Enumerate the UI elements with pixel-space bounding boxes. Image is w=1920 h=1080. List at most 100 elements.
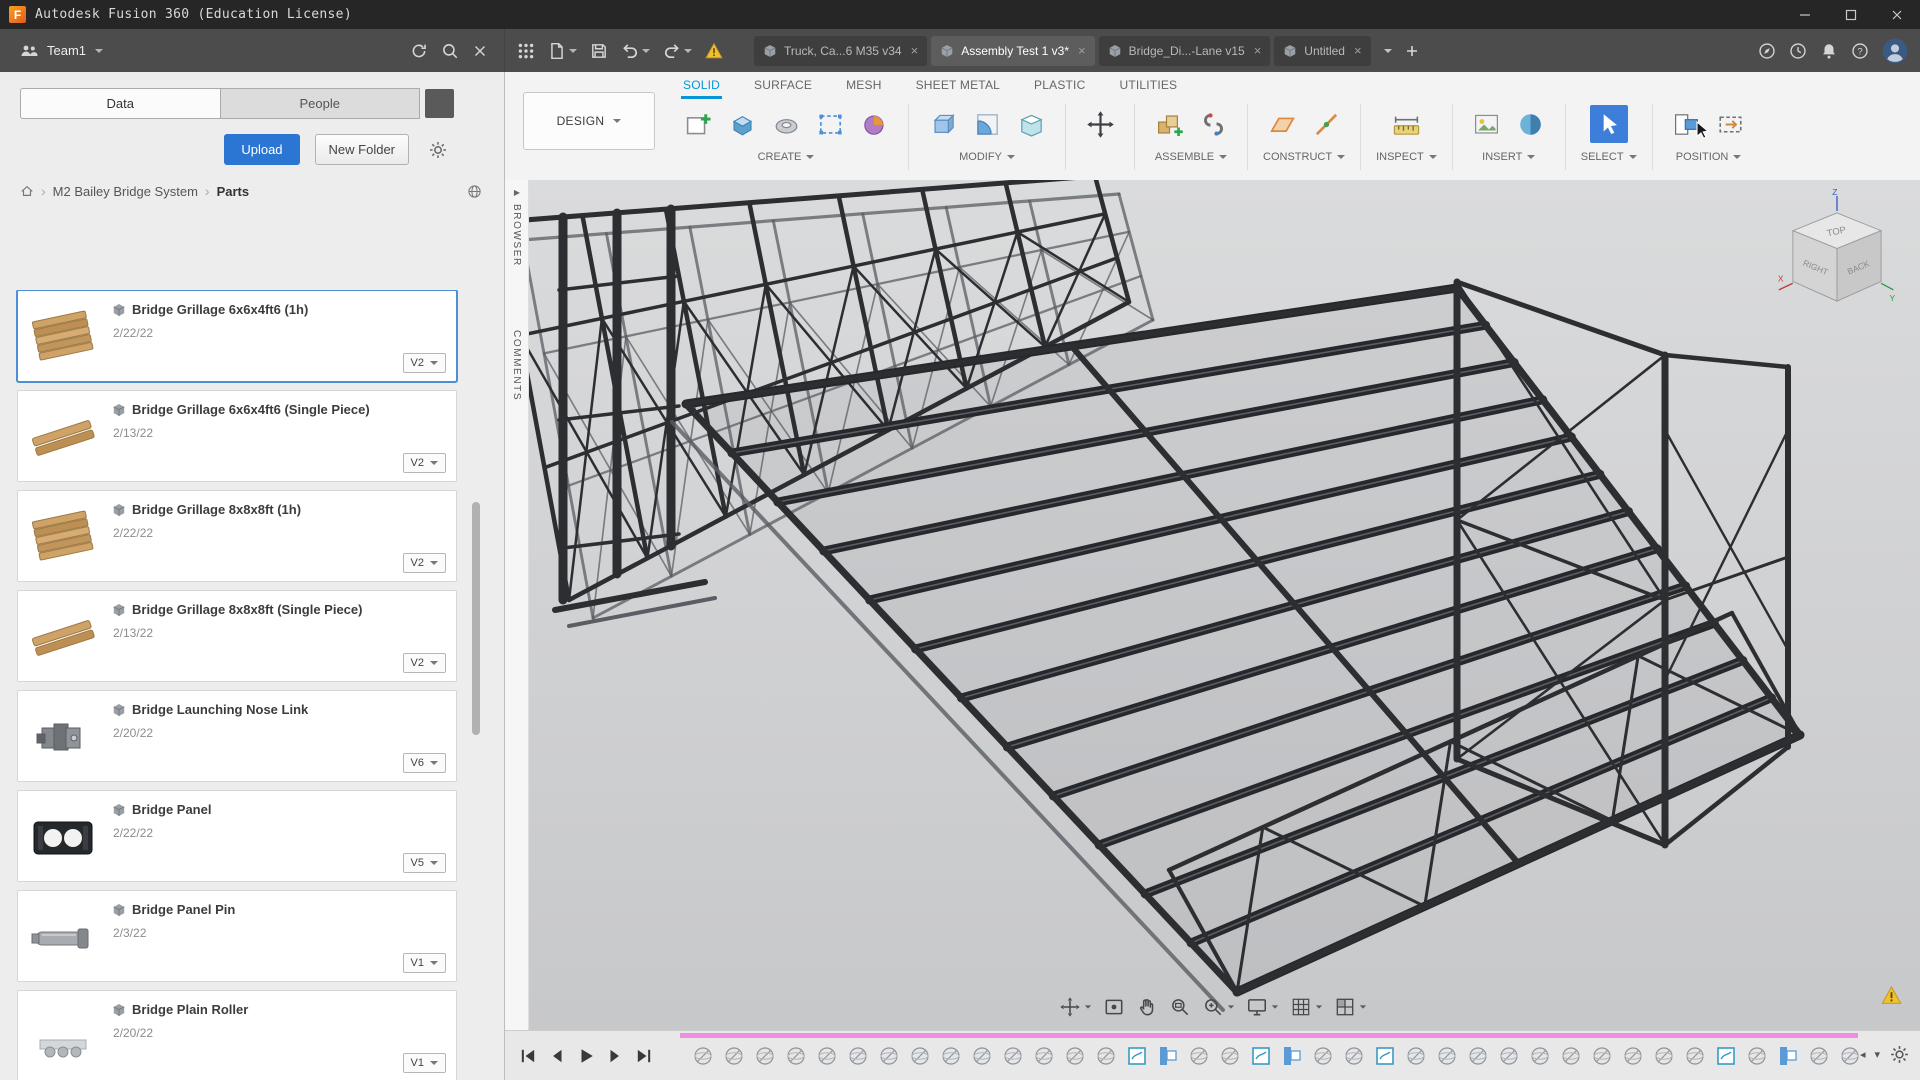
timeline-flag-icon[interactable] xyxy=(1280,1044,1304,1068)
part-card[interactable]: Bridge Grillage 6x6x4ft6 (Single Piece) … xyxy=(17,390,457,482)
display-settings-button[interactable] xyxy=(1246,996,1279,1018)
browser-tab[interactable]: BROWSER xyxy=(511,204,522,267)
document-tab[interactable]: Untitled × xyxy=(1274,35,1371,66)
tab-people[interactable]: People xyxy=(219,88,420,119)
version-dropdown[interactable]: V2 xyxy=(402,353,446,373)
timeline-feature-icon[interactable] xyxy=(970,1044,994,1068)
view-cube[interactable]: Z X Y TOP RIGHT BACK xyxy=(1776,182,1898,332)
plane-tool-icon[interactable] xyxy=(1263,105,1301,143)
document-tab[interactable]: Bridge_Di...-Lane v15 × xyxy=(1098,35,1271,66)
tool-group-label[interactable]: POSITION xyxy=(1676,150,1742,164)
timeline-feature-icon[interactable] xyxy=(1311,1044,1335,1068)
warning-icon[interactable] xyxy=(705,42,723,60)
joint-tool-icon[interactable] xyxy=(1194,105,1232,143)
look-at-button[interactable] xyxy=(1103,996,1125,1018)
pan-button[interactable] xyxy=(1136,996,1158,1018)
canvas-tool-icon[interactable] xyxy=(1468,105,1506,143)
timeline-feature-icon[interactable] xyxy=(1032,1044,1056,1068)
timeline-feature-icon[interactable] xyxy=(1590,1044,1614,1068)
skip-to-start-button[interactable] xyxy=(519,1047,537,1065)
breadcrumb-folder[interactable]: M2 Bailey Bridge System xyxy=(53,184,198,199)
version-dropdown[interactable]: V6 xyxy=(402,753,446,773)
job-status-icon[interactable] xyxy=(1789,42,1807,60)
timeline-sketch-icon[interactable] xyxy=(1125,1044,1149,1068)
grid-settings-button[interactable] xyxy=(1290,996,1323,1018)
form-tool-icon[interactable] xyxy=(855,105,893,143)
timeline-feature-icon[interactable] xyxy=(1621,1044,1645,1068)
move-tool-icon[interactable] xyxy=(1081,105,1119,143)
ribbon-tab-solid[interactable]: SOLID xyxy=(681,73,723,99)
version-dropdown[interactable]: V2 xyxy=(402,653,446,673)
viewport-warning-icon[interactable] xyxy=(1881,985,1902,1006)
sketch-tool-icon[interactable] xyxy=(679,105,717,143)
timeline-feature-icon[interactable] xyxy=(1466,1044,1490,1068)
home-icon[interactable] xyxy=(20,184,34,198)
step-back-button[interactable] xyxy=(548,1047,566,1065)
skip-to-end-button[interactable] xyxy=(635,1047,653,1065)
ribbon-tab-mesh[interactable]: MESH xyxy=(844,73,883,99)
axis-tool-icon[interactable] xyxy=(1307,105,1345,143)
timeline-feature-icon[interactable] xyxy=(1404,1044,1428,1068)
timeline-sketch-icon[interactable] xyxy=(1249,1044,1273,1068)
timeline-feature-icon[interactable] xyxy=(1187,1044,1211,1068)
timeline-feature-icon[interactable] xyxy=(1652,1044,1676,1068)
timeline-feature-icon[interactable] xyxy=(1745,1044,1769,1068)
scrollbar-thumb[interactable] xyxy=(472,502,480,735)
version-dropdown[interactable]: V1 xyxy=(402,1053,446,1073)
timeline-feature-icon[interactable] xyxy=(722,1044,746,1068)
decal-tool-icon[interactable] xyxy=(1512,105,1550,143)
viewports-button[interactable] xyxy=(1334,996,1367,1018)
timeline-feature-icon[interactable] xyxy=(753,1044,777,1068)
viewport[interactable]: ▶ BROWSER COMMENTS Z X Y TOP RIGHT BACK xyxy=(505,180,1920,1030)
close-panel-icon[interactable] xyxy=(472,43,488,59)
gear-icon[interactable] xyxy=(428,140,448,160)
measure-tool-icon[interactable] xyxy=(1387,105,1425,143)
timeline-scroll-left-icon[interactable]: ◂ xyxy=(1860,1048,1866,1061)
timeline-sketch-icon[interactable] xyxy=(1373,1044,1397,1068)
timeline-feature-icon[interactable] xyxy=(1001,1044,1025,1068)
orbit-button[interactable] xyxy=(1059,996,1092,1018)
search-icon[interactable] xyxy=(441,42,459,60)
timeline-feature-icon[interactable] xyxy=(1807,1044,1831,1068)
tab-close-icon[interactable]: × xyxy=(1254,43,1262,58)
timeline-feature-icon[interactable] xyxy=(908,1044,932,1068)
revert-tool-icon[interactable] xyxy=(1712,105,1750,143)
redo-button[interactable] xyxy=(663,42,692,60)
timeline-flag-icon[interactable] xyxy=(1776,1044,1800,1068)
save-button[interactable] xyxy=(590,42,608,60)
timeline-feature-icon[interactable] xyxy=(877,1044,901,1068)
timeline-feature-icon[interactable] xyxy=(1342,1044,1366,1068)
timeline-feature-icon[interactable] xyxy=(1838,1044,1862,1068)
timeline-feature-icon[interactable] xyxy=(1435,1044,1459,1068)
comments-tab[interactable]: COMMENTS xyxy=(511,330,522,401)
new-folder-button[interactable]: New Folder xyxy=(314,134,409,165)
ribbon-tab-surface[interactable]: SURFACE xyxy=(752,73,814,99)
tab-close-icon[interactable]: × xyxy=(1354,43,1362,58)
timeline-range-bar[interactable] xyxy=(680,1033,1858,1038)
workspace-selector[interactable]: DESIGN xyxy=(523,92,655,150)
timeline-feature-icon[interactable] xyxy=(846,1044,870,1068)
tab-close-icon[interactable]: × xyxy=(911,43,919,58)
tab-data[interactable]: Data xyxy=(20,88,220,119)
shell-tool-icon[interactable] xyxy=(1012,105,1050,143)
globe-icon[interactable] xyxy=(467,184,482,199)
timeline-options-icon[interactable]: ▾ xyxy=(1874,1048,1880,1061)
avatar[interactable] xyxy=(1882,38,1908,64)
ribbon-tab-plastic[interactable]: PLASTIC xyxy=(1032,73,1087,99)
part-card[interactable]: Bridge Grillage 6x6x4ft6 (1h) 2/22/22 V2 xyxy=(17,290,457,382)
timeline-feature-icon[interactable] xyxy=(939,1044,963,1068)
tool-group-label[interactable]: SELECT xyxy=(1581,150,1637,164)
version-dropdown[interactable]: V5 xyxy=(402,853,446,873)
timeline-feature-icon[interactable] xyxy=(815,1044,839,1068)
undo-button[interactable] xyxy=(621,42,650,60)
part-card[interactable]: Bridge Panel 2/22/22 V5 xyxy=(17,790,457,882)
maximize-button[interactable] xyxy=(1828,0,1874,29)
version-dropdown[interactable]: V1 xyxy=(402,953,446,973)
extensions-icon[interactable] xyxy=(1758,42,1776,60)
select-tool-icon[interactable] xyxy=(1589,105,1628,143)
timeline-feature-icon[interactable] xyxy=(1528,1044,1552,1068)
timeline-feature-icon[interactable] xyxy=(691,1044,715,1068)
new-document-icon[interactable] xyxy=(1405,44,1419,58)
panel-collapse-button[interactable] xyxy=(425,89,454,118)
notifications-icon[interactable] xyxy=(1820,42,1838,60)
